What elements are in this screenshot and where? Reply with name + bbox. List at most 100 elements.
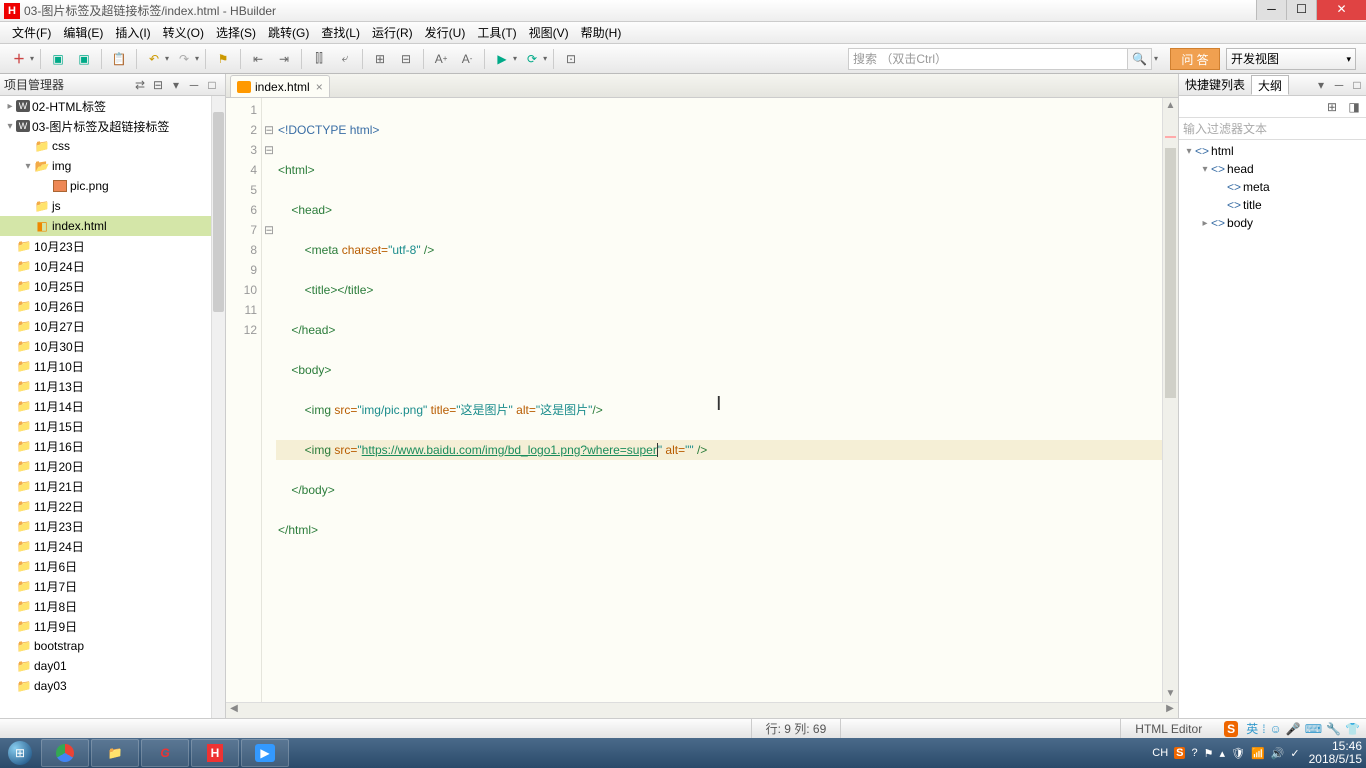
outdent-button[interactable]: ⇤ <box>247 48 269 70</box>
minimize-button[interactable]: ─ <box>1256 0 1286 20</box>
menu-view[interactable]: 视图(V) <box>523 24 575 41</box>
config-button[interactable]: ⊡ <box>560 48 582 70</box>
tree-item[interactable]: 📁js <box>0 196 225 216</box>
tree-item[interactable]: 📁11月10日 <box>0 356 225 376</box>
emoji-icon[interactable]: ☺ <box>1270 722 1282 736</box>
tree-item[interactable]: 📁11月7日 <box>0 576 225 596</box>
tree-item[interactable]: 📁10月26日 <box>0 296 225 316</box>
tree-item[interactable]: 📁11月15日 <box>0 416 225 436</box>
tree-item[interactable]: 📁10月27日 <box>0 316 225 336</box>
tree-item[interactable]: ◧index.html <box>0 216 225 236</box>
tree-item[interactable]: 📁day01 <box>0 656 225 676</box>
tree-item[interactable]: 📁11月16日 <box>0 436 225 456</box>
format-button[interactable]: ⫿⫿ <box>308 48 330 70</box>
menu-tools[interactable]: 工具(T) <box>471 24 522 41</box>
paste-button[interactable]: 📋 <box>108 48 130 70</box>
keyboard-icon[interactable]: ⌨ <box>1305 722 1322 736</box>
tree-item[interactable]: 📁10月24日 <box>0 256 225 276</box>
menu-publish[interactable]: 发行(U) <box>419 24 472 41</box>
menu-edit[interactable]: 编辑(E) <box>57 24 109 41</box>
new-button[interactable]: ＋ <box>8 48 30 70</box>
tab-outline[interactable]: 大纲 <box>1251 75 1289 95</box>
maximize-panel-icon[interactable]: □ <box>1348 78 1366 92</box>
minimize-panel-icon[interactable]: ─ <box>185 78 203 92</box>
tray-expand-icon[interactable]: ▴ <box>1219 747 1225 760</box>
tree-item[interactable]: 📁10月23日 <box>0 236 225 256</box>
search-button[interactable]: 🔍 <box>1128 48 1152 70</box>
refresh-button[interactable]: ⟳ <box>521 48 543 70</box>
tray-network-icon[interactable]: 📶 <box>1251 747 1265 760</box>
bookmark-button[interactable]: ⚑ <box>212 48 234 70</box>
outline-item[interactable]: <>meta <box>1179 178 1366 196</box>
tree-item[interactable]: 📁10月25日 <box>0 276 225 296</box>
outline-item[interactable]: ▸<>body <box>1179 214 1366 232</box>
comment-button[interactable]: ⊞ <box>369 48 391 70</box>
tree-item[interactable]: 📁css <box>0 136 225 156</box>
tray-volume-icon[interactable]: 🔊 <box>1271 747 1285 760</box>
editor-horizontal-scrollbar[interactable]: ◀▶ <box>226 702 1178 718</box>
tray-expand-icon[interactable]: ⁞ <box>1262 722 1265 736</box>
tray-sogou-icon[interactable]: S <box>1174 747 1185 759</box>
editor-vertical-scrollbar[interactable]: ▲ ▼ <box>1162 98 1178 702</box>
tree-item[interactable]: 📁11月14日 <box>0 396 225 416</box>
save-button[interactable]: ▣ <box>47 48 69 70</box>
view-selector[interactable]: 开发视图▾ <box>1226 48 1356 70</box>
sort-icon[interactable]: ⊞ <box>1324 100 1340 114</box>
panel-menu-icon[interactable]: ▾ <box>167 78 185 92</box>
tab-shortcuts[interactable]: 快捷键列表 <box>1179 75 1251 95</box>
menu-find[interactable]: 查找(L) <box>315 24 366 41</box>
minimize-panel-icon[interactable]: ─ <box>1330 78 1348 92</box>
collapse-all-icon[interactable]: ⊟ <box>149 78 167 92</box>
indent-button[interactable]: ⇥ <box>273 48 295 70</box>
maximize-panel-icon[interactable]: □ <box>203 78 221 92</box>
menu-help[interactable]: 帮助(H) <box>575 24 628 41</box>
tree-scrollbar[interactable] <box>211 96 225 718</box>
tray-ime[interactable]: CH <box>1152 747 1168 759</box>
tree-item[interactable]: 📁11月9日 <box>0 616 225 636</box>
outline-item[interactable]: ▾<>head <box>1179 160 1366 178</box>
menu-run[interactable]: 运行(R) <box>366 24 419 41</box>
hide-icon[interactable]: ◨ <box>1346 100 1362 114</box>
panel-menu-icon[interactable]: ▾ <box>1312 78 1330 92</box>
link-editor-icon[interactable]: ⇄ <box>131 78 149 92</box>
maximize-button[interactable]: ☐ <box>1286 0 1316 20</box>
run-button[interactable]: ▶ <box>491 48 513 70</box>
ime-lang-icon[interactable]: 英 <box>1246 720 1258 737</box>
tray-flag-icon[interactable]: ⚑ <box>1204 747 1214 760</box>
menu-file[interactable]: 文件(F) <box>6 24 57 41</box>
redo-button[interactable]: ↷ <box>173 48 195 70</box>
taskbar-chrome[interactable] <box>41 739 89 767</box>
tree-item[interactable]: ▾W03-图片标签及超链接标签 <box>0 116 225 136</box>
tray-help-icon[interactable]: ? <box>1191 747 1197 759</box>
tree-item[interactable]: 📁10月30日 <box>0 336 225 356</box>
taskbar-app1[interactable]: G <box>141 739 189 767</box>
tool-icon[interactable]: 🔧 <box>1326 722 1341 736</box>
taskbar-app2[interactable]: ▶ <box>241 739 289 767</box>
editor-tab-index[interactable]: index.html × <box>230 75 330 97</box>
menu-insert[interactable]: 插入(I) <box>109 24 156 41</box>
menu-select[interactable]: 选择(S) <box>210 24 262 41</box>
tree-item[interactable]: 📁bootstrap <box>0 636 225 656</box>
skin-icon[interactable]: 👕 <box>1345 722 1360 736</box>
tree-item[interactable]: 📁11月22日 <box>0 496 225 516</box>
project-tree[interactable]: ▸W02-HTML标签▾W03-图片标签及超链接标签📁css▾📂imgpic.p… <box>0 96 225 718</box>
tree-item[interactable]: 📁11月20日 <box>0 456 225 476</box>
tree-item[interactable]: 📁day03 <box>0 676 225 696</box>
close-button[interactable]: ✕ <box>1316 0 1366 20</box>
editor-body[interactable]: 123456789101112 ⊟⊟⊟ <!DOCTYPE html> <htm… <box>226 98 1178 702</box>
wrap-button[interactable]: ⤶ <box>334 48 356 70</box>
outline-tree[interactable]: ▾<>html▾<>head<>meta<>title▸<>body <box>1179 140 1366 718</box>
menu-escape[interactable]: 转义(O) <box>157 24 210 41</box>
tree-item[interactable]: 📁11月6日 <box>0 556 225 576</box>
tree-item[interactable]: pic.png <box>0 176 225 196</box>
tray-security-icon[interactable]: ✓ <box>1290 747 1299 760</box>
start-button[interactable]: ⊞ <box>0 738 40 768</box>
save-all-button[interactable]: ▣ <box>73 48 95 70</box>
font-decrease-button[interactable]: A- <box>456 48 478 70</box>
tree-item[interactable]: 📁11月23日 <box>0 516 225 536</box>
uncomment-button[interactable]: ⊟ <box>395 48 417 70</box>
search-input[interactable]: 搜索 （双击Ctrl） <box>848 48 1128 70</box>
tree-item[interactable]: ▸W02-HTML标签 <box>0 96 225 116</box>
tree-item[interactable]: 📁11月13日 <box>0 376 225 396</box>
taskbar-explorer[interactable]: 📁 <box>91 739 139 767</box>
